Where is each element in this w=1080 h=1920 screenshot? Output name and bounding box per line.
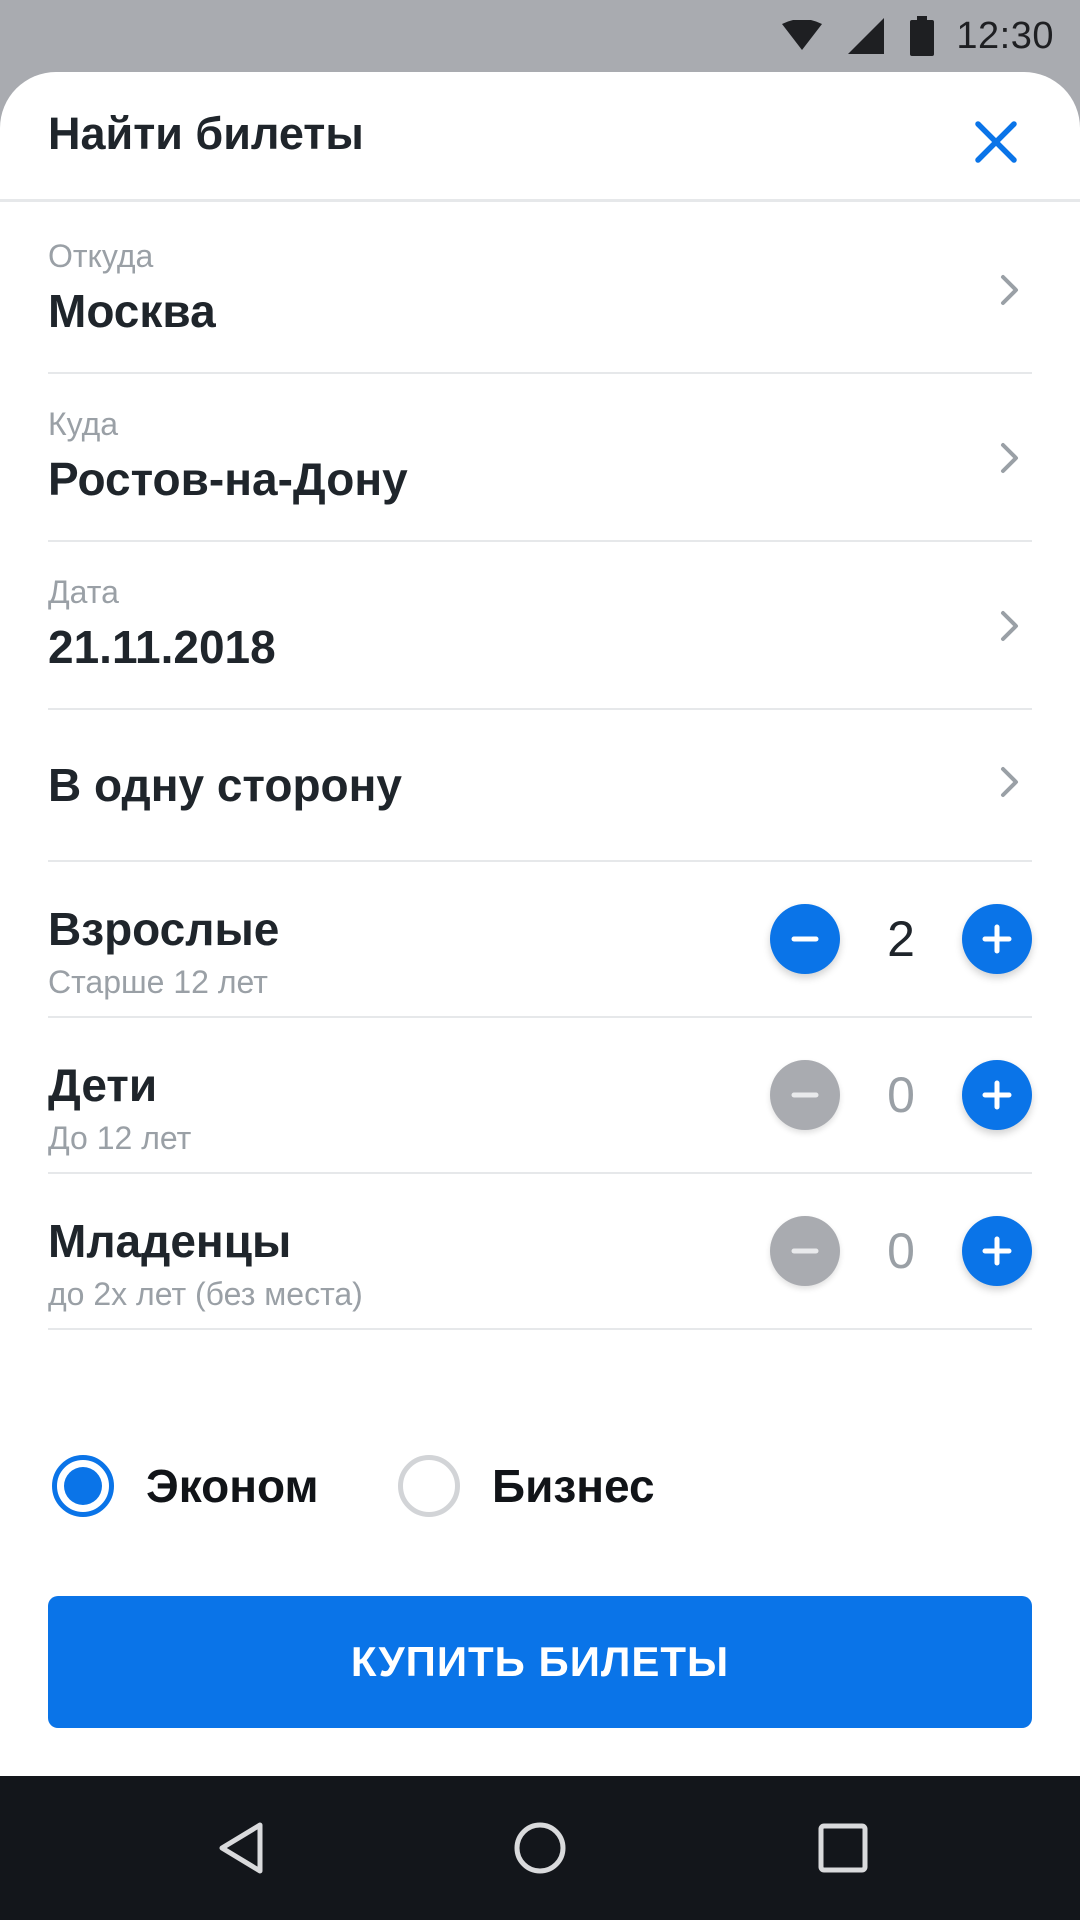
- children-title: Дети: [48, 1059, 158, 1111]
- date-field[interactable]: Дата 21.11.2018: [48, 542, 1032, 710]
- recents-icon: [818, 1823, 868, 1873]
- close-button[interactable]: [960, 106, 1032, 178]
- to-field[interactable]: Куда Ростов-на-Дону: [48, 374, 1032, 542]
- status-icons: 12:30: [756, 0, 1054, 72]
- back-icon: [219, 1822, 263, 1874]
- from-value: Москва: [48, 285, 216, 337]
- class-option-business[interactable]: Бизнес: [398, 1446, 655, 1526]
- plus-icon: [982, 1080, 1012, 1110]
- infants-decrement-button[interactable]: [770, 1216, 840, 1286]
- trip-type-value: В одну сторону: [48, 759, 403, 811]
- children-decrement-button[interactable]: [770, 1060, 840, 1130]
- radio-button-checked[interactable]: [52, 1455, 114, 1517]
- infants-stepper: 0: [770, 1216, 1032, 1288]
- infants-count: 0: [887, 1223, 915, 1279]
- plus-icon: [982, 924, 1012, 954]
- search-sheet: Найти билеты Откуда Москва Куда Ростов-н…: [0, 72, 1080, 1776]
- adults-increment-button[interactable]: [962, 904, 1032, 974]
- children-count: 0: [887, 1067, 915, 1123]
- cell-signal-icon: [848, 18, 885, 54]
- recents-button[interactable]: [803, 1808, 883, 1888]
- minus-icon: [791, 936, 819, 942]
- chevron-right-icon: [992, 266, 1028, 314]
- trip-type-field[interactable]: В одну сторону: [48, 706, 1032, 862]
- minus-icon: [791, 1248, 819, 1254]
- buy-tickets-button[interactable]: КУПИТЬ БИЛЕТЫ: [48, 1596, 1032, 1728]
- class-option-economy[interactable]: Эконом: [52, 1446, 319, 1526]
- to-label: Куда: [48, 406, 119, 442]
- class-option-label: Бизнес: [492, 1460, 655, 1512]
- children-row: Дети До 12 лет 0: [48, 1018, 1032, 1174]
- date-label: Дата: [48, 574, 119, 610]
- adults-count: 2: [887, 911, 915, 967]
- chevron-right-icon: [992, 434, 1028, 482]
- adults-subtitle: Старше 12 лет: [48, 964, 268, 1000]
- home-button[interactable]: [500, 1808, 580, 1888]
- back-button[interactable]: [201, 1808, 281, 1888]
- chevron-right-icon: [992, 758, 1028, 806]
- from-field[interactable]: Откуда Москва: [48, 206, 1032, 374]
- infants-row: Младенцы до 2х лет (без места) 0: [48, 1174, 1032, 1330]
- battery-icon: [910, 16, 935, 56]
- adults-decrement-button[interactable]: [770, 904, 840, 974]
- radio-button-unchecked[interactable]: [398, 1455, 460, 1517]
- page-title: Найти билеты: [48, 108, 364, 159]
- wifi-icon: [782, 20, 823, 52]
- children-increment-button[interactable]: [962, 1060, 1032, 1130]
- status-time: 12:30: [956, 14, 1054, 57]
- adults-title: Взрослые: [48, 903, 280, 955]
- from-label: Откуда: [48, 238, 154, 274]
- minus-icon: [791, 1092, 819, 1098]
- chevron-right-icon: [992, 602, 1028, 650]
- sheet-header: Найти билеты: [0, 72, 1080, 202]
- close-icon: [975, 121, 1017, 163]
- infants-title: Младенцы: [48, 1215, 292, 1267]
- home-icon: [514, 1822, 566, 1874]
- date-value: 21.11.2018: [48, 621, 276, 673]
- infants-subtitle: до 2х лет (без места): [48, 1276, 363, 1312]
- infants-increment-button[interactable]: [962, 1216, 1032, 1286]
- to-value: Ростов-на-Дону: [48, 453, 408, 505]
- travel-class-group: Эконом Бизнес: [48, 1446, 1032, 1526]
- adults-row: Взрослые Старше 12 лет 2: [48, 862, 1032, 1018]
- children-stepper: 0: [770, 1060, 1032, 1132]
- status-bar: 12:30: [0, 0, 1080, 72]
- adults-stepper: 2: [770, 904, 1032, 976]
- plus-icon: [982, 1236, 1012, 1266]
- system-nav-bar: [0, 1776, 1080, 1920]
- children-subtitle: До 12 лет: [48, 1120, 192, 1156]
- class-option-label: Эконом: [146, 1460, 319, 1512]
